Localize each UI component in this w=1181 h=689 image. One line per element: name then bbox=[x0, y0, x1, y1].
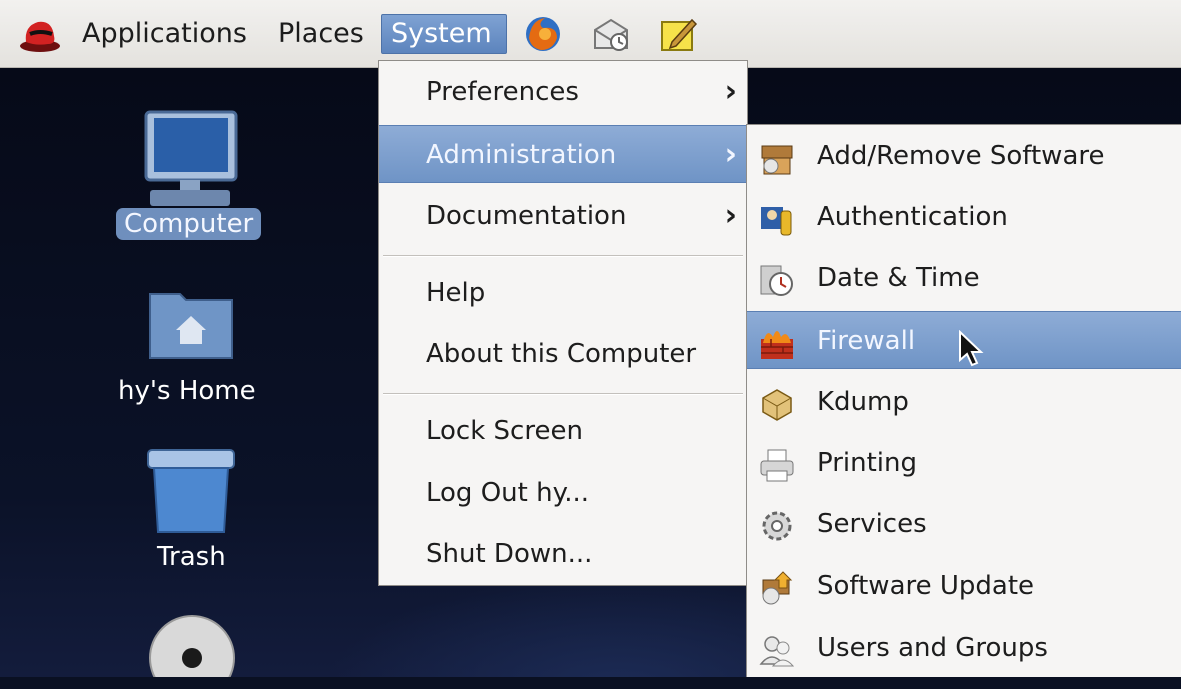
menu-item-software-update[interactable]: Software Update bbox=[747, 557, 1181, 615]
menu-item-services[interactable]: Services bbox=[747, 495, 1181, 553]
menu-item-authentication[interactable]: Authentication bbox=[747, 188, 1181, 246]
applications-menu[interactable]: Applications bbox=[82, 14, 247, 54]
menu-item-label: Help bbox=[426, 278, 486, 308]
menu-item-label: Log Out hy... bbox=[426, 478, 590, 508]
menu-item-add-remove-software[interactable]: Add/Remove Software bbox=[747, 127, 1181, 185]
printer-icon bbox=[759, 446, 795, 482]
menu-item-shut-down[interactable]: Shut Down... bbox=[379, 525, 747, 583]
package-icon bbox=[759, 139, 795, 175]
authentication-icon bbox=[759, 200, 795, 236]
dvd-icon[interactable] bbox=[148, 614, 236, 677]
desktop-label-trash[interactable]: Trash bbox=[157, 542, 226, 572]
menu-item-help[interactable]: Help bbox=[379, 264, 747, 322]
services-gear-icon bbox=[759, 507, 795, 543]
menu-item-preferences[interactable]: Preferences › bbox=[379, 63, 747, 121]
menu-item-administration[interactable]: Administration › bbox=[379, 125, 747, 183]
desktop-label-home[interactable]: hy's Home bbox=[118, 376, 256, 406]
menu-item-users-groups[interactable]: Users and Groups bbox=[747, 619, 1181, 677]
menu-item-label: Preferences bbox=[426, 77, 579, 107]
desktop-label-computer[interactable]: Computer bbox=[116, 208, 262, 240]
administration-submenu: Add/Remove Software Authentication Date … bbox=[746, 124, 1181, 677]
system-dropdown-menu: Preferences › Administration › Documenta… bbox=[378, 60, 748, 586]
clock-icon bbox=[759, 261, 795, 297]
menu-item-label: Lock Screen bbox=[426, 416, 583, 446]
chevron-right-icon: › bbox=[724, 137, 737, 172]
menu-item-label: Users and Groups bbox=[817, 633, 1048, 663]
redhat-logo-icon[interactable] bbox=[18, 16, 62, 54]
computer-icon[interactable] bbox=[140, 110, 240, 210]
firefox-icon[interactable] bbox=[523, 14, 563, 54]
mouse-cursor-icon bbox=[958, 329, 984, 368]
notes-icon[interactable] bbox=[658, 14, 698, 54]
menu-item-kdump[interactable]: Kdump bbox=[747, 373, 1181, 431]
menu-item-log-out[interactable]: Log Out hy... bbox=[379, 464, 747, 522]
home-folder-icon[interactable] bbox=[148, 286, 234, 360]
menu-item-label: Authentication bbox=[817, 202, 1008, 232]
chevron-right-icon: › bbox=[724, 74, 737, 109]
menu-item-label: Date & Time bbox=[817, 263, 980, 293]
top-panel: Applications Places System bbox=[0, 0, 1181, 68]
menu-item-date-time[interactable]: Date & Time bbox=[747, 249, 1181, 307]
menu-item-label: Add/Remove Software bbox=[817, 141, 1105, 171]
menu-item-label: Kdump bbox=[817, 387, 909, 417]
trash-icon[interactable] bbox=[146, 448, 236, 534]
menu-item-label: Services bbox=[817, 509, 927, 539]
kdump-icon bbox=[759, 385, 795, 421]
menu-item-label: Firewall bbox=[817, 326, 916, 356]
menu-item-about-computer[interactable]: About this Computer bbox=[379, 325, 747, 383]
system-menu[interactable]: System bbox=[381, 14, 507, 54]
menu-item-documentation[interactable]: Documentation › bbox=[379, 187, 747, 245]
menu-item-label: Administration bbox=[426, 140, 617, 170]
menu-item-lock-screen[interactable]: Lock Screen bbox=[379, 402, 747, 460]
chevron-right-icon: › bbox=[724, 198, 737, 233]
menu-item-label: About this Computer bbox=[426, 339, 697, 369]
firewall-icon bbox=[759, 324, 795, 360]
places-menu[interactable]: Places bbox=[278, 14, 364, 54]
menu-separator bbox=[383, 393, 743, 395]
mail-icon[interactable] bbox=[591, 14, 631, 54]
menu-item-printing[interactable]: Printing bbox=[747, 434, 1181, 492]
software-update-icon bbox=[759, 569, 795, 605]
menu-item-label: Shut Down... bbox=[426, 539, 593, 569]
menu-separator bbox=[383, 255, 743, 257]
menu-item-label: Printing bbox=[817, 448, 918, 478]
menu-item-label: Software Update bbox=[817, 571, 1035, 601]
users-icon bbox=[759, 631, 795, 667]
menu-item-label: Documentation bbox=[426, 201, 627, 231]
